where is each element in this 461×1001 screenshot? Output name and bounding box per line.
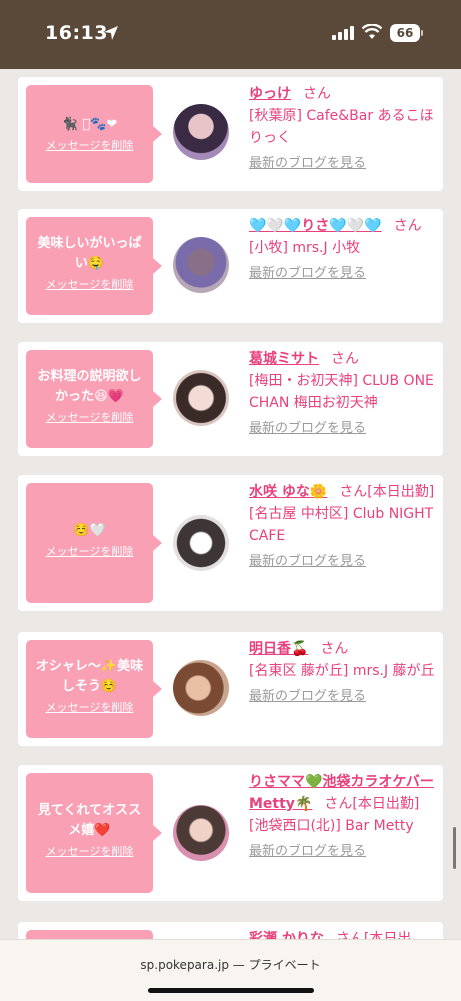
latest-blog-link[interactable]: 最新のブログを見る bbox=[249, 686, 435, 708]
message-card: オシャレ〜✨美味しそう☺️ メッセージを削除 明日香🍒 さん [名東区 藤が丘] … bbox=[18, 632, 443, 746]
cast-name-link[interactable]: 明日香🍒 bbox=[249, 641, 308, 657]
honorific: さん bbox=[303, 86, 331, 102]
scrollbar[interactable] bbox=[453, 827, 456, 869]
message-card: 見てくれてオススメ嬉❤️ メッセージを削除 りさママ💚池袋カラオケバーMetty… bbox=[18, 765, 443, 901]
cast-info: 明日香🍒 さん [名東区 藤が丘] mrs.J 藤が丘 最新のブログを見る bbox=[249, 638, 435, 708]
latest-blog-link[interactable]: 最新のブログを見る bbox=[249, 418, 435, 440]
message-text: お料理の説明欲しかった😆💗 bbox=[37, 369, 142, 404]
honorific: さん[本日出 bbox=[335, 931, 412, 939]
url-label[interactable]: sp.pokepara.jp — プライベート bbox=[0, 956, 461, 973]
delete-message-link[interactable]: メッセージを削除 bbox=[26, 543, 153, 559]
avatar[interactable] bbox=[173, 104, 229, 160]
cast-info: ゆっけ さん [秋葉原] Cafe&Bar あるこほりっく 最新のブログを見る bbox=[249, 83, 435, 175]
browser-bottom-bar: sp.pokepara.jp — プライベート bbox=[0, 939, 461, 1001]
battery-icon: 66 bbox=[390, 24, 420, 42]
cast-name-link[interactable]: 彩瀬 かりな bbox=[249, 931, 324, 939]
avatar[interactable] bbox=[173, 370, 229, 426]
message-bubble: 美味しいがいっぱい🤤 メッセージを削除 bbox=[26, 217, 162, 315]
honorific: さん bbox=[393, 218, 422, 234]
status-time: 16:13 bbox=[45, 22, 108, 44]
avatar[interactable] bbox=[173, 660, 229, 716]
cast-name-link[interactable]: 水咲 ゆな🌼 bbox=[249, 484, 327, 500]
message-bubble: ☺️🤍 メッセージを削除 bbox=[26, 483, 162, 603]
honorific: さん bbox=[320, 641, 349, 657]
avatar[interactable] bbox=[173, 515, 229, 571]
message-text: オシャレ〜✨美味しそう☺️ bbox=[35, 659, 144, 694]
battery-tip bbox=[421, 30, 423, 36]
message-card: 彩瀬 かりな さん[本日出 bbox=[18, 922, 443, 939]
location-arrow-icon bbox=[104, 26, 118, 40]
message-card: 美味しいがいっぱい🤤 メッセージを削除 🩵🤍🩵りさ🩵🤍🩵 さん [小牧] mrs.… bbox=[18, 209, 443, 323]
shop-name: [小牧] mrs.J 小牧 bbox=[249, 240, 361, 256]
message-feed[interactable]: 🐈‍⬛ ﾟ🐾❤ メッセージを削除 ゆっけ さん [秋葉原] Cafe&Bar ある… bbox=[0, 69, 461, 939]
honorific: さん[本日出勤] bbox=[339, 484, 435, 500]
message-bubble: お料理の説明欲しかった😆💗 メッセージを削除 bbox=[26, 350, 162, 448]
cast-info: りさママ💚池袋カラオケバーMetty🌴 さん[本日出勤] [池袋西口(北)] Ba… bbox=[249, 771, 435, 863]
message-bubble: 見てくれてオススメ嬉❤️ メッセージを削除 bbox=[26, 773, 162, 893]
shop-name: [池袋西口(北)] Bar Metty bbox=[249, 818, 414, 834]
message-bubble bbox=[26, 930, 153, 939]
message-card: 🐈‍⬛ ﾟ🐾❤ メッセージを削除 ゆっけ さん [秋葉原] Cafe&Bar ある… bbox=[18, 77, 443, 191]
shop-name: [梅田・お初天神] CLUB ONE CHAN 梅田お初天神 bbox=[249, 373, 434, 411]
delete-message-link[interactable]: メッセージを削除 bbox=[26, 843, 153, 859]
message-bubble: 🐈‍⬛ ﾟ🐾❤ メッセージを削除 bbox=[26, 85, 162, 183]
home-indicator[interactable] bbox=[148, 988, 314, 993]
honorific: さん bbox=[331, 351, 359, 367]
message-text: ☺️🤍 bbox=[73, 523, 106, 538]
status-bar: 16:13 66 bbox=[0, 0, 461, 69]
message-bubble: オシャレ〜✨美味しそう☺️ メッセージを削除 bbox=[26, 640, 162, 738]
message-text: 🐈‍⬛ ﾟ🐾❤ bbox=[61, 117, 118, 132]
cast-info: 彩瀬 かりな さん[本日出 bbox=[249, 928, 435, 939]
cast-info: 水咲 ゆな🌼 さん[本日出勤] [名古屋 中村区] Club NIGHT CAFE… bbox=[249, 481, 435, 573]
shop-name: [名古屋 中村区] Club NIGHT CAFE bbox=[249, 506, 434, 544]
wifi-icon bbox=[362, 24, 382, 39]
message-card: ☺️🤍 メッセージを削除 水咲 ゆな🌼 さん[本日出勤] [名古屋 中村区] Cl… bbox=[18, 475, 443, 611]
message-card: お料理の説明欲しかった😆💗 メッセージを削除 葛城ミサト さん [梅田・お初天神]… bbox=[18, 342, 443, 456]
cast-info: 葛城ミサト さん [梅田・お初天神] CLUB ONE CHAN 梅田お初天神 最… bbox=[249, 348, 435, 440]
delete-message-link[interactable]: メッセージを削除 bbox=[26, 276, 153, 292]
latest-blog-link[interactable]: 最新のブログを見る bbox=[249, 551, 435, 573]
avatar[interactable] bbox=[173, 805, 229, 861]
latest-blog-link[interactable]: 最新のブログを見る bbox=[249, 153, 435, 175]
cellular-signal-icon bbox=[332, 26, 354, 40]
delete-message-link[interactable]: メッセージを削除 bbox=[26, 137, 153, 153]
shop-name: [名東区 藤が丘] mrs.J 藤が丘 bbox=[249, 663, 435, 679]
cast-name-link[interactable]: 🩵🤍🩵りさ🩵🤍🩵 bbox=[249, 218, 382, 234]
delete-message-link[interactable]: メッセージを削除 bbox=[26, 409, 153, 425]
cast-name-link[interactable]: ゆっけ bbox=[249, 86, 291, 102]
cast-info: 🩵🤍🩵りさ🩵🤍🩵 さん [小牧] mrs.J 小牧 最新のブログを見る bbox=[249, 215, 435, 285]
honorific: さん[本日出勤] bbox=[324, 796, 420, 812]
message-text: 美味しいがいっぱい🤤 bbox=[37, 236, 142, 271]
delete-message-link[interactable]: メッセージを削除 bbox=[26, 699, 153, 715]
message-text: 見てくれてオススメ嬉❤️ bbox=[37, 803, 142, 838]
latest-blog-link[interactable]: 最新のブログを見る bbox=[249, 841, 435, 863]
latest-blog-link[interactable]: 最新のブログを見る bbox=[249, 263, 435, 285]
cast-name-link[interactable]: 葛城ミサト bbox=[249, 351, 319, 367]
avatar[interactable] bbox=[173, 237, 229, 293]
shop-name: [秋葉原] Cafe&Bar あるこほりっく bbox=[249, 108, 434, 146]
